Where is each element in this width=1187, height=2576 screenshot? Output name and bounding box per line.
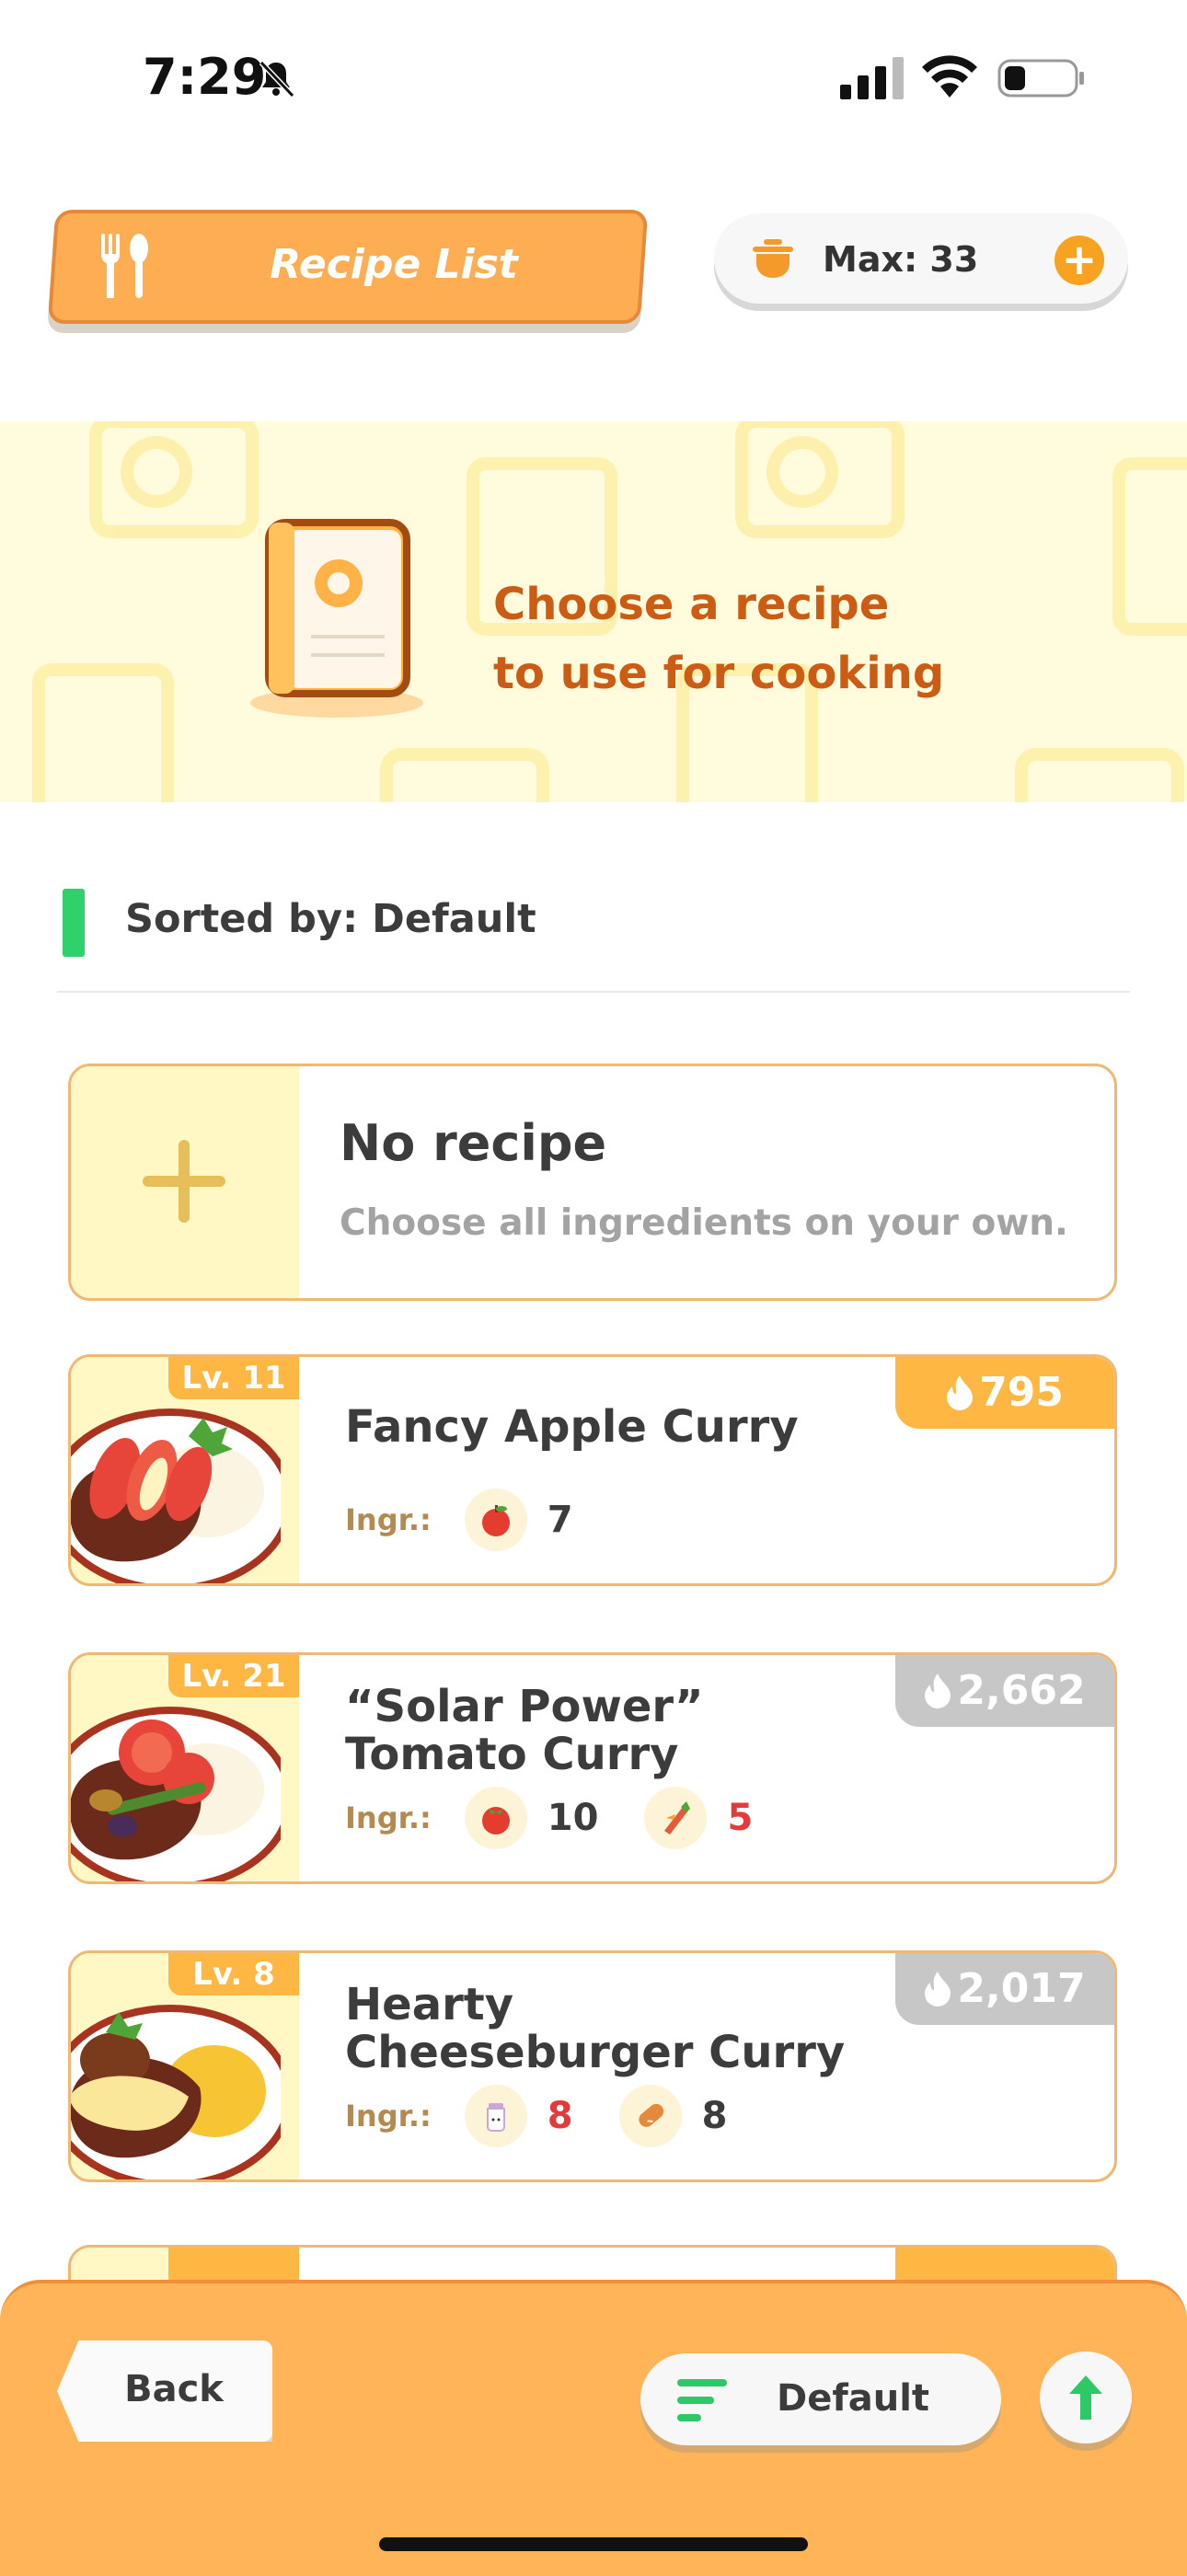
ingredient-count: 5 — [727, 1797, 754, 1839]
apple-icon — [464, 1489, 527, 1551]
recipe-card[interactable]: Lv. 21 2,662 “Solar Power” Tomato Curry … — [68, 1652, 1117, 1884]
status-bar: 7:29 — [0, 0, 1187, 156]
sort-label: Sorted by: Default — [125, 896, 536, 942]
arrow-up-icon — [1069, 2375, 1102, 2420]
back-label: Back — [124, 2368, 224, 2410]
cooking-pot-icon — [753, 239, 793, 278]
leek-icon — [644, 1787, 708, 1849]
recipe-book-icon — [250, 519, 423, 718]
ingredient-row: Ingr.: 8 8 — [345, 2084, 773, 2148]
recipe-level-badge: Lv. 21 — [168, 1655, 299, 1697]
sort-indicator — [63, 889, 85, 957]
tomato-icon — [464, 1787, 527, 1849]
ingredient-count: 8 — [701, 2095, 728, 2137]
sausage-icon — [618, 2085, 682, 2147]
recipe-energy-value: 795 — [979, 1369, 1064, 1416]
recipe-list-tab[interactable]: Recipe List — [47, 210, 649, 324]
ingredient-label: Ingr.: — [345, 2099, 432, 2133]
pot-capacity-label: Max: 33 — [823, 239, 979, 280]
pot-capacity-button[interactable]: Max: 33 + — [714, 213, 1128, 304]
recipe-name: Fancy Apple Curry — [345, 1401, 799, 1453]
recipe-energy-value: 2,662 — [957, 1667, 1086, 1714]
recipe-banner: Choose a recipe to use for cooking — [0, 421, 1187, 802]
back-button[interactable]: Back — [57, 2340, 272, 2442]
plus-icon[interactable]: + — [1054, 236, 1104, 285]
ingredient-label: Ingr.: — [345, 1502, 432, 1537]
battery-icon — [997, 59, 1084, 98]
bell-muted-icon — [259, 60, 295, 98]
no-recipe-subtitle: Choose all ingredients on your own. — [340, 1202, 1068, 1244]
recipe-card[interactable]: Lv. 11 795 Fancy Apple Curry Ingr.: 7 — [68, 1354, 1117, 1586]
status-time: 7:29 — [143, 48, 267, 106]
milk-icon — [464, 2085, 527, 2147]
bottom-bar: Back Default — [0, 2280, 1187, 2576]
fancy-apple-curry-image — [71, 1409, 281, 1583]
flame-icon — [925, 1972, 951, 2007]
ingredient-row: Ingr.: 7 — [345, 1488, 619, 1552]
flame-icon — [925, 1673, 951, 1708]
ingredient-label: Ingr.: — [345, 1800, 432, 1835]
sort-lines-icon — [677, 2379, 727, 2421]
recipe-card[interactable]: Lv. 8 2,017 Hearty Cheeseburger Curry In… — [68, 1950, 1117, 2182]
recipe-level-badge: Lv. 11 — [168, 1357, 299, 1399]
banner-line-2: to use for cooking — [493, 648, 945, 699]
no-recipe-card[interactable]: No recipe Choose all ingredients on your… — [68, 1064, 1117, 1301]
solar-power-tomato-curry-image — [71, 1707, 281, 1881]
home-indicator[interactable] — [379, 2537, 808, 2551]
fork-spoon-icon — [101, 234, 148, 298]
ingredient-count: 7 — [547, 1499, 573, 1541]
plus-icon — [143, 1140, 225, 1223]
ingredient-count: 10 — [547, 1797, 599, 1839]
banner-message: Choose a recipe to use for cooking — [493, 570, 944, 708]
cellular-signal-icon — [840, 57, 904, 99]
ingredient-row: Ingr.: 10 5 — [345, 1786, 799, 1850]
recipe-name: Hearty Cheeseburger Curry — [345, 1979, 846, 2078]
wifi-icon — [922, 55, 977, 98]
recipe-energy-badge: 2,662 — [895, 1655, 1114, 1727]
ingredient-count: 8 — [547, 2095, 573, 2137]
recipe-name: “Solar Power” Tomato Curry — [345, 1681, 704, 1780]
recipe-energy-badge: 795 — [895, 1357, 1114, 1429]
recipe-energy-value: 2,017 — [957, 1965, 1086, 2012]
banner-line-1: Choose a recipe — [493, 579, 890, 630]
sort-button[interactable]: Default — [640, 2353, 1001, 2445]
recipe-level-badge: Lv. 8 — [168, 1953, 299, 1995]
recipe-list-title: Recipe List — [270, 241, 518, 288]
no-recipe-title: No recipe — [340, 1114, 607, 1172]
divider — [57, 991, 1130, 993]
recipe-energy-badge: 2,017 — [895, 1953, 1114, 2025]
sort-button-label: Default — [777, 2377, 930, 2420]
flame-icon — [947, 1375, 974, 1410]
no-recipe-thumb — [71, 1066, 299, 1298]
hearty-cheeseburger-curry-image — [71, 2005, 281, 2179]
sort-order-button[interactable] — [1040, 2352, 1132, 2444]
